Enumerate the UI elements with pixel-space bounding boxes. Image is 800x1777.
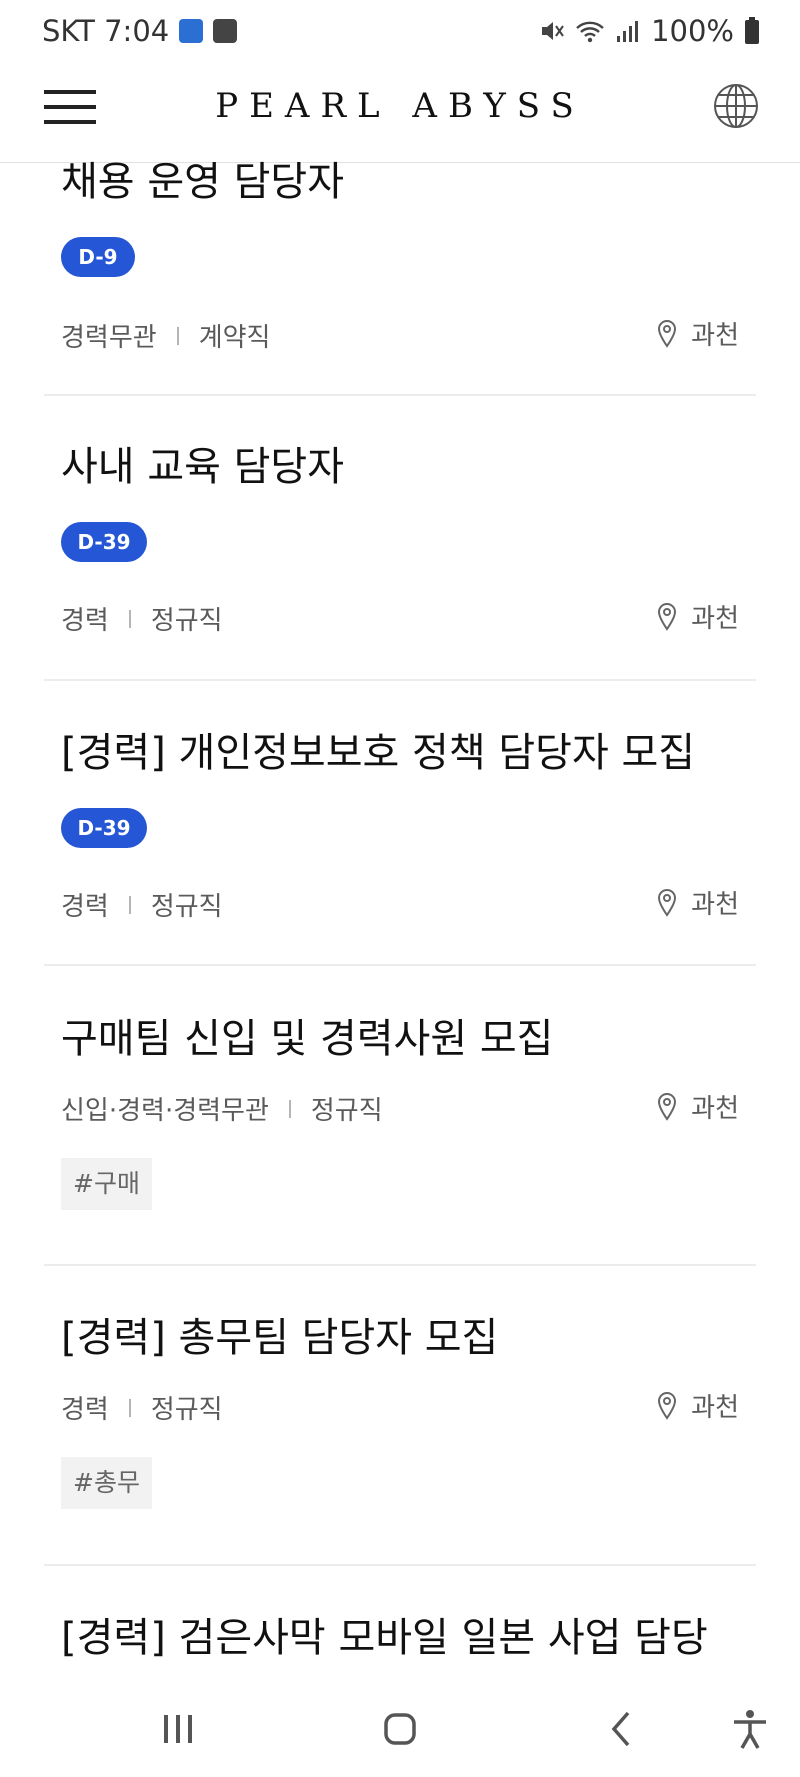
job-title: [경력] 검은사막 모바일 일본 사업 담당 <box>61 1615 708 1661</box>
location-label: 과천 <box>691 321 739 351</box>
location-pin-icon <box>658 888 677 917</box>
location-pin-icon <box>658 1391 677 1420</box>
meta-divider <box>176 326 179 345</box>
employment-type: 정규직 <box>150 606 223 636</box>
job-item[interactable]: [경력] 개인정보보호 정책 담당자 모집 D-39 경력 정규직 과천 <box>44 680 756 966</box>
back-icon[interactable] <box>600 1707 644 1751</box>
job-title: 구매팀 신입 및 경력사원 모집 <box>61 1016 554 1062</box>
job-title: [경력] 개인정보보호 정책 담당자 모집 <box>61 730 696 776</box>
battery-icon <box>745 17 759 44</box>
signal-icon <box>617 21 639 42</box>
location-pin-icon <box>658 1092 677 1121</box>
job-item[interactable]: 사내 교육 담당자 D-39 경력 정규직 과천 <box>44 394 756 681</box>
job-meta: 경력 정규직 <box>61 1389 223 1426</box>
battery-level: 100% <box>651 14 734 48</box>
employment-type: 정규직 <box>310 1096 383 1126</box>
carrier-time: SKT 7:04 <box>42 14 170 48</box>
meta-divider <box>128 1398 131 1417</box>
deadline-badge: D-39 <box>61 522 147 562</box>
job-location: 과천 <box>657 598 739 635</box>
location-label: 과천 <box>691 604 739 634</box>
system-navigation-bar <box>0 1677 800 1777</box>
job-title: 사내 교육 담당자 <box>61 444 345 490</box>
employment-type: 계약직 <box>198 323 271 353</box>
job-meta: 경력 정규직 <box>61 600 223 637</box>
deadline-badge: D-39 <box>61 808 147 848</box>
mute-icon <box>542 22 564 40</box>
experience-label: 경력무관 <box>61 323 157 353</box>
experience-label: 신입·경력·경력무관 <box>61 1096 269 1126</box>
pearl-abyss-logo[interactable]: PEARL ABYSS <box>0 86 800 126</box>
status-bar: SKT 7:04 100% <box>0 0 800 62</box>
job-tag[interactable]: #총무 <box>61 1457 152 1509</box>
job-title: [경력] 총무팀 담당자 모집 <box>61 1315 499 1361</box>
job-title: 채용 운영 담당자 <box>61 159 345 205</box>
job-item[interactable]: 구매팀 신입 및 경력사원 모집 신입·경력·경력무관 정규직 과천 #구매 <box>44 966 756 1266</box>
home-icon[interactable] <box>378 1707 422 1751</box>
job-location: 과천 <box>657 1088 739 1125</box>
job-location: 과천 <box>657 315 739 352</box>
meta-divider <box>128 895 131 914</box>
meta-divider <box>288 1099 291 1118</box>
app-notification-icon <box>179 19 204 43</box>
job-item[interactable]: 채용 운영 담당자 D-9 경력무관 계약직 과천 <box>44 149 756 396</box>
employment-type: 정규직 <box>150 1395 223 1425</box>
job-location: 과천 <box>657 884 739 921</box>
app-header: PEARL ABYSS <box>0 62 800 163</box>
wifi-icon <box>576 21 604 43</box>
job-item[interactable]: [경력] 검은사막 모바일 일본 사업 담당 <box>44 1565 756 1675</box>
meta-divider <box>128 609 131 628</box>
status-right: 100% <box>539 14 760 48</box>
job-meta: 경력무관 계약직 <box>61 317 270 354</box>
experience-label: 경력 <box>61 606 109 636</box>
location-label: 과천 <box>691 1094 739 1124</box>
location-label: 과천 <box>691 890 739 920</box>
job-item[interactable]: [경력] 총무팀 담당자 모집 경력 정규직 과천 #총무 <box>44 1265 756 1566</box>
location-pin-icon <box>658 602 677 631</box>
job-meta: 경력 정규직 <box>61 886 223 923</box>
job-meta: 신입·경력·경력무관 정규직 <box>61 1090 383 1127</box>
gallery-notification-icon <box>213 19 238 43</box>
location-pin-icon <box>658 319 677 348</box>
globe-language-icon[interactable] <box>712 82 760 130</box>
deadline-badge: D-9 <box>61 237 135 277</box>
experience-label: 경력 <box>61 1395 109 1425</box>
location-label: 과천 <box>691 1393 739 1423</box>
accessibility-icon[interactable] <box>728 1707 772 1751</box>
status-left: SKT 7:04 <box>42 14 238 48</box>
job-tag[interactable]: #구매 <box>61 1158 152 1210</box>
employment-type: 정규직 <box>150 892 223 922</box>
experience-label: 경력 <box>61 892 109 922</box>
job-location: 과천 <box>657 1387 739 1424</box>
recent-apps-icon[interactable] <box>156 1707 200 1751</box>
